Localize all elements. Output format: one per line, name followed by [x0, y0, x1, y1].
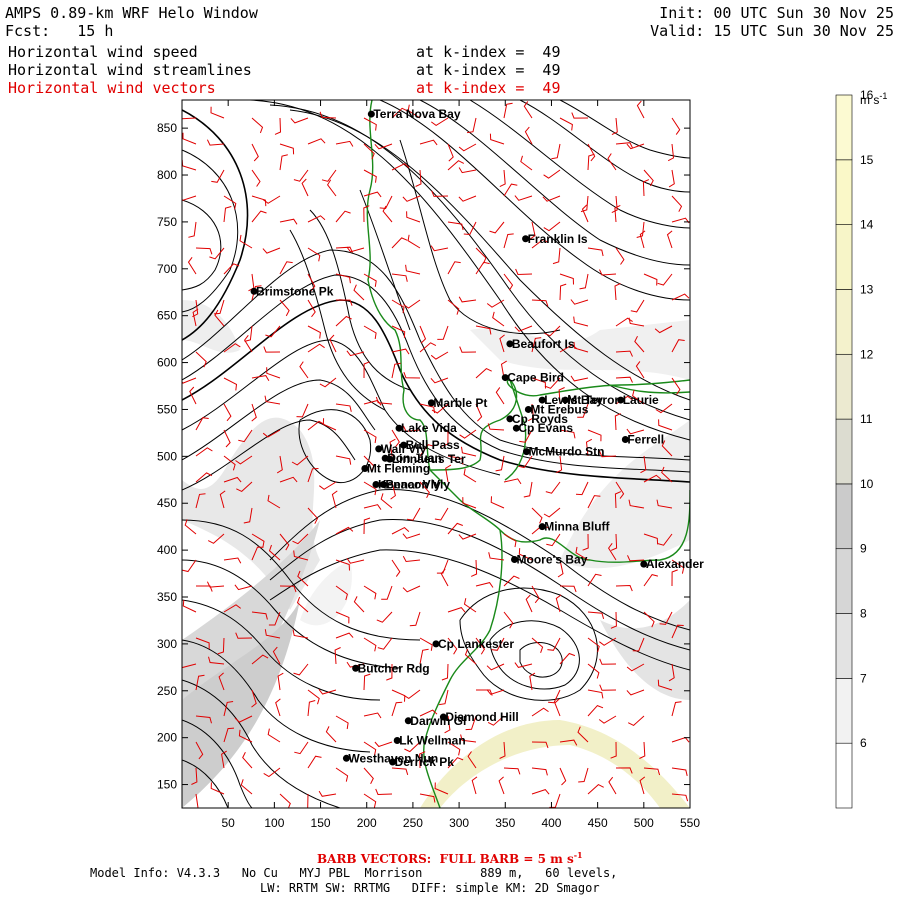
x-tick-label: 150 [311, 816, 331, 830]
x-tick-label: 100 [264, 816, 284, 830]
y-tick-label: 300 [157, 637, 177, 651]
y-tick-label: 600 [157, 356, 177, 370]
colorbar-segment [835, 678, 853, 744]
place-label: Moore's Bay [517, 552, 588, 566]
colorbar: 678910111213141516 [835, 88, 874, 809]
y-tick-label: 150 [157, 778, 177, 792]
x-tick-label: 200 [357, 816, 377, 830]
y-tick-label: 650 [157, 309, 177, 323]
place-label: Marble Pt [433, 396, 487, 410]
place-label: Cp Lankester [438, 637, 514, 651]
wind-map: 50 100 150 200 250 300 350 400 450 500 550 850 800 7… [157, 88, 887, 830]
colorbar-segment [835, 742, 853, 809]
place-label: Cape Bird [507, 371, 564, 385]
x-tick-label: 500 [634, 816, 654, 830]
colorbar-segment [835, 159, 853, 225]
colorbar-segment [835, 224, 853, 290]
place-label: Bull Pass [406, 438, 460, 452]
x-tick-label: 400 [541, 816, 561, 830]
x-tick-label: 50 [222, 816, 236, 830]
x-tick-label: 300 [449, 816, 469, 830]
place-label: Minna Bluff [544, 520, 610, 534]
model-physics: LW: RRTM SW: RRTMG DIFF: simple KM: 2D S… [260, 881, 600, 895]
x-tick-label: 550 [680, 816, 700, 830]
y-tick-label: 750 [157, 215, 177, 229]
colorbar-tick-label: 8 [860, 607, 867, 621]
y-tick-label: 700 [157, 262, 177, 276]
place-label: Cp Evans [518, 421, 573, 435]
colorbar-segment [835, 548, 853, 614]
colorbar-tick-label: 15 [860, 153, 874, 167]
place-label: Ferrell [627, 432, 664, 446]
y-tick-label: 350 [157, 590, 177, 604]
y-tick-label: 500 [157, 449, 177, 463]
place-label: Linnaeus Ter [392, 452, 466, 466]
colorbar-tick-label: 11 [860, 412, 873, 426]
barb-note: BARB VECTORS: FULL BARB = 5 m s-1 [317, 850, 583, 866]
colorbar-unit: m s-1 [860, 91, 887, 107]
place-label: Brimstone Pk [256, 284, 334, 298]
colorbar-segment [835, 483, 853, 550]
y-tick-label: 250 [157, 684, 177, 698]
colorbar-tick-label: 10 [860, 477, 874, 491]
place-label: Butcher Rdg [358, 661, 430, 675]
colorbar-segment [835, 613, 853, 679]
place-label: Alexander [646, 557, 704, 571]
place-label: Terra Nova Bay [373, 107, 460, 121]
y-tick-label: 550 [157, 402, 177, 416]
colorbar-segment [835, 94, 853, 161]
y-tick-label: 800 [157, 168, 177, 182]
place-label: Lake Vida [401, 421, 457, 435]
y-tick-label: 200 [157, 731, 177, 745]
y-tick-label: 450 [157, 496, 177, 510]
place-label: Lk Wellman [399, 733, 465, 747]
colorbar-tick-label: 6 [860, 736, 867, 750]
colorbar-tick-label: 9 [860, 542, 867, 556]
place-label: Mt Erebus [530, 402, 588, 416]
x-tick-label: 250 [403, 816, 423, 830]
y-tick-label: 850 [157, 121, 177, 135]
x-tick-label: 350 [495, 816, 515, 830]
colorbar-tick-label: 7 [860, 671, 867, 685]
colorbar-tick-label: 13 [860, 282, 874, 296]
colorbar-segment [835, 353, 853, 420]
place-label: Beacon Vly [385, 477, 450, 491]
colorbar-tick-label: 14 [860, 218, 874, 232]
place-label: Beaufort Is [512, 337, 575, 351]
place-label: Laurie [623, 393, 659, 407]
model-info: Model Info: V4.3.3 No Cu MYJ PBL Morriso… [90, 866, 618, 880]
place-label: McMurdo Stn [529, 445, 605, 459]
y-tick-label: 400 [157, 543, 177, 557]
colorbar-tick-label: 12 [860, 347, 874, 361]
colorbar-segment [835, 289, 853, 355]
colorbar-segment [835, 418, 853, 485]
place-label: Franklin Is [528, 232, 588, 246]
x-tick-label: 450 [588, 816, 608, 830]
place-label: Derrick Pk [395, 755, 455, 769]
place-label: Diamond Hill [445, 710, 518, 724]
